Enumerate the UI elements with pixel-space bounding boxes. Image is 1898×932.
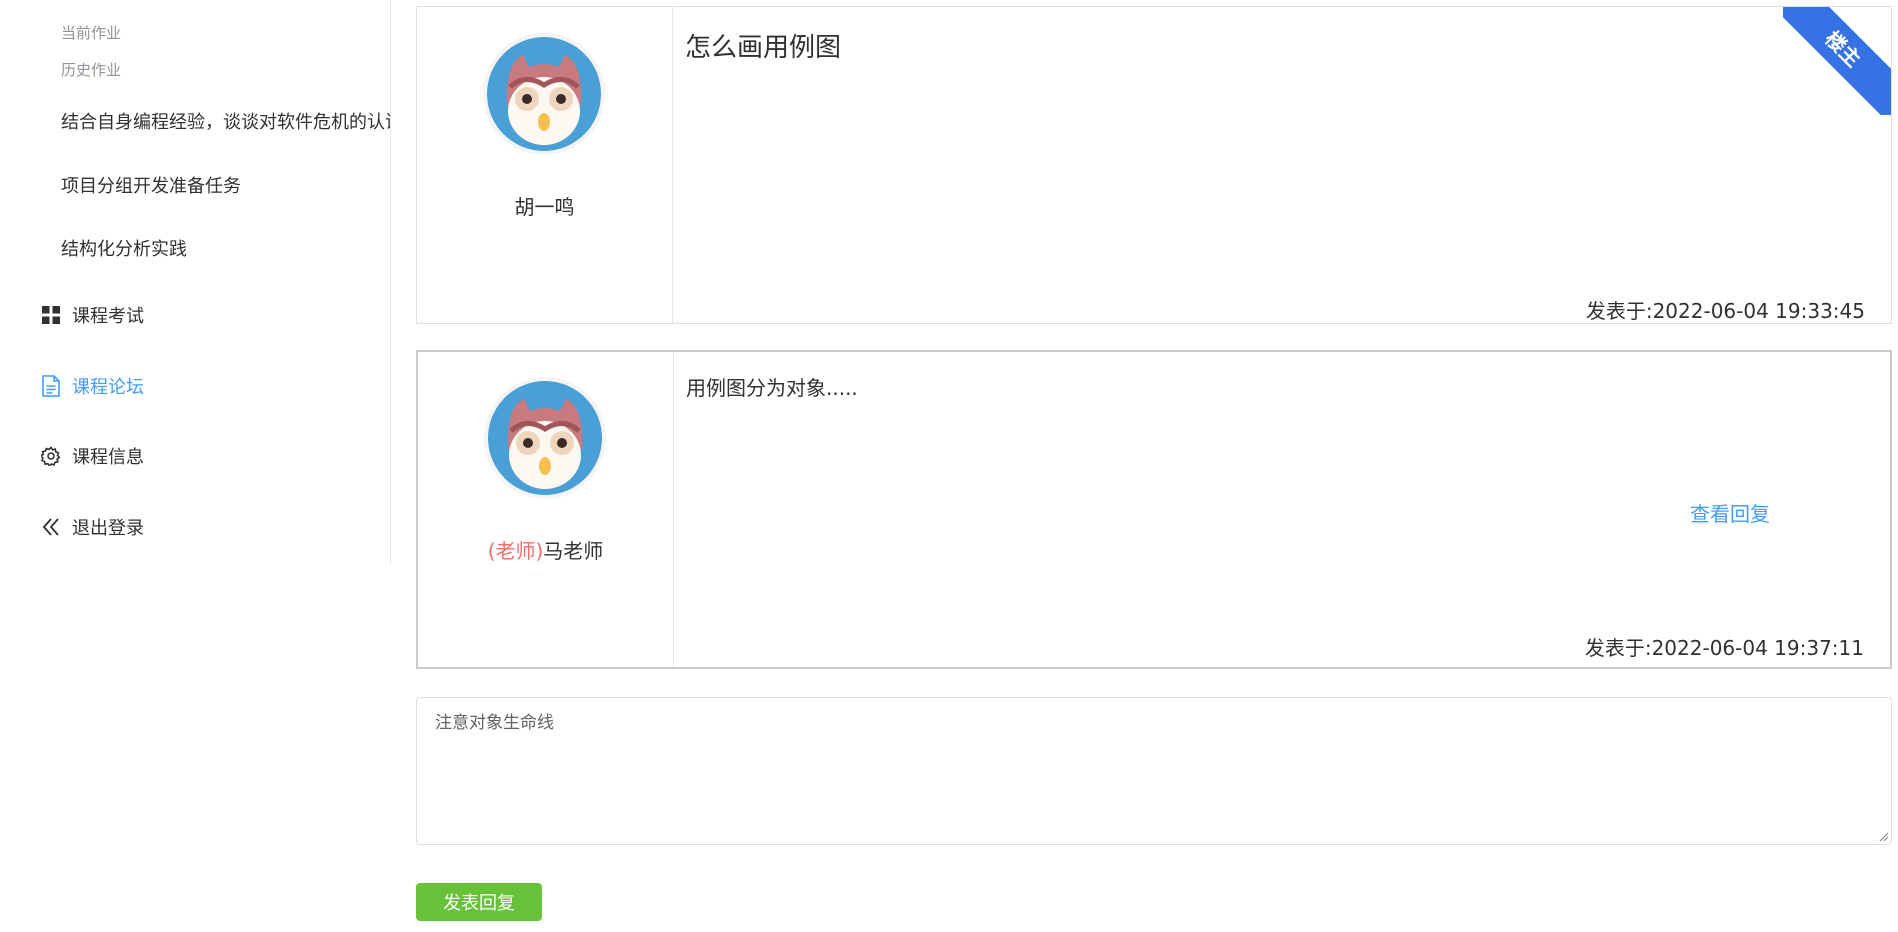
submit-reply-button[interactable]: 发表回复 bbox=[416, 883, 542, 921]
owl-avatar-icon bbox=[487, 37, 601, 151]
avatar[interactable] bbox=[484, 377, 606, 499]
double-chevron-left-icon bbox=[40, 516, 62, 538]
author-panel: (老师)马老师 bbox=[418, 352, 674, 667]
resize-handle-icon[interactable] bbox=[1879, 832, 1889, 842]
forum-reply: (老师)马老师 用例图分为对象..... 查看回复 发表于:2022-06-04… bbox=[416, 350, 1892, 669]
sidebar-item-label: 课程考试 bbox=[72, 306, 144, 327]
sidebar: 当前作业 历史作业 结合自身编程经验，谈谈对软件危机的认识 项目分组开发准备任务… bbox=[0, 0, 391, 565]
teacher-tag: (老师) bbox=[487, 539, 544, 563]
sidebar-item-label: 课程信息 bbox=[72, 447, 144, 468]
sidebar-item-info[interactable]: 课程信息 bbox=[40, 438, 144, 474]
owl-avatar-icon bbox=[488, 381, 602, 495]
current-homework-label[interactable]: 当前作业 bbox=[61, 22, 121, 43]
reply-textarea[interactable]: 注意对象生命线 bbox=[416, 697, 1892, 845]
forum-post: 胡一鸣 怎么画用例图 发表于:2022-06-04 19:33:45 楼主 bbox=[416, 6, 1892, 324]
homework-item[interactable]: 结合自身编程经验，谈谈对软件危机的认识 bbox=[61, 108, 390, 134]
view-replies-link[interactable]: 查看回复 bbox=[1690, 498, 1770, 527]
avatar[interactable] bbox=[483, 33, 605, 155]
author-name: (老师)马老师 bbox=[418, 535, 673, 564]
sidebar-item-logout[interactable]: 退出登录 bbox=[40, 509, 144, 545]
sidebar-item-exam[interactable]: 课程考试 bbox=[40, 297, 144, 333]
homework-item[interactable]: 项目分组开发准备任务 bbox=[61, 172, 390, 198]
op-badge: 楼主 bbox=[1783, 7, 1891, 115]
sidebar-item-label: 课程论坛 bbox=[72, 377, 144, 398]
history-homework-label[interactable]: 历史作业 bbox=[61, 59, 121, 80]
author-name-text: 马老师 bbox=[543, 539, 604, 563]
gear-icon bbox=[40, 445, 62, 467]
grid-icon bbox=[40, 304, 62, 326]
sidebar-item-forum[interactable]: 课程论坛 bbox=[40, 368, 144, 404]
author-name: 胡一鸣 bbox=[514, 195, 575, 219]
post-title: 怎么画用例图 bbox=[685, 33, 842, 63]
reply-body: 用例图分为对象..... bbox=[686, 376, 858, 400]
document-icon bbox=[40, 375, 62, 397]
post-timestamp: 发表于:2022-06-04 19:33:45 bbox=[1585, 299, 1865, 323]
post-timestamp: 发表于:2022-06-04 19:37:11 bbox=[1584, 636, 1864, 660]
homework-item[interactable]: 结构化分析实践 bbox=[61, 235, 390, 261]
author-panel: 胡一鸣 bbox=[417, 7, 673, 323]
op-ribbon: 楼主 bbox=[1783, 7, 1891, 115]
sidebar-item-label: 退出登录 bbox=[72, 518, 144, 539]
